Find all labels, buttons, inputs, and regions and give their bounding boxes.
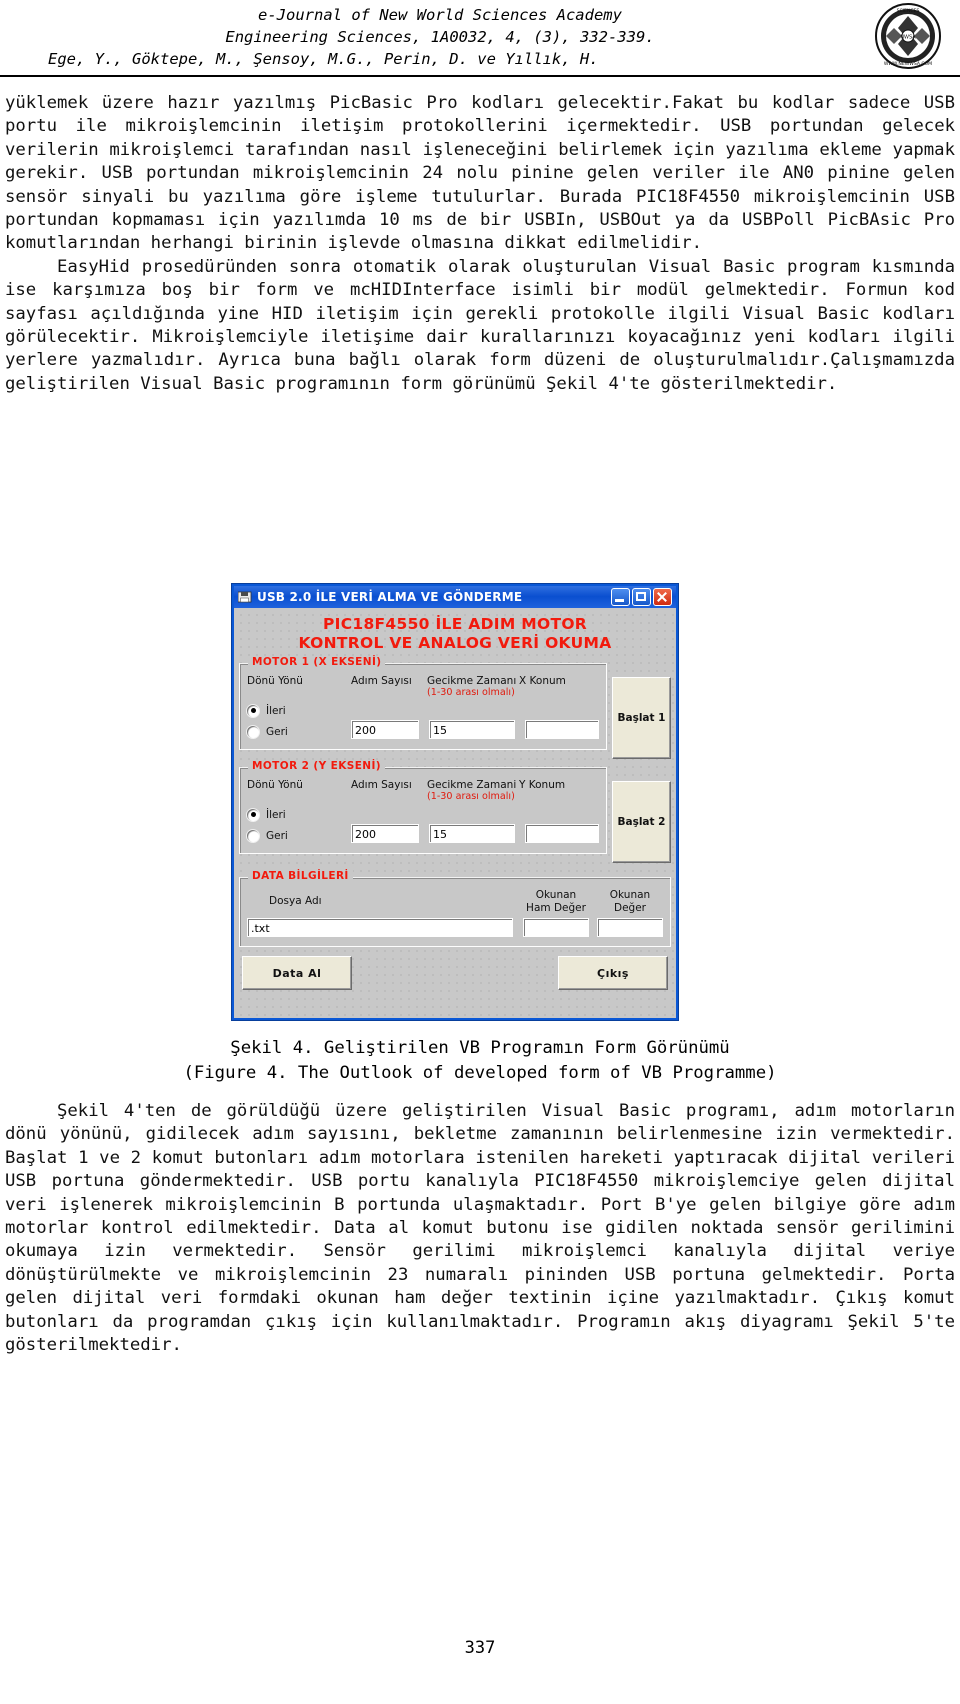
read-value-label: Okunan Değer <box>597 889 663 915</box>
motor2-label-delay: Gecikme Zamani <box>427 779 517 791</box>
groupbox-data-info-title: DATA BİLGİLERİ <box>248 870 353 882</box>
window-controls[interactable] <box>611 588 674 606</box>
groupbox-motor2: MOTOR 2 (Y EKSENİ) Dönü Yönü Adım Sayısı… <box>239 760 607 854</box>
body-text-bottom: Şekil 4'ten de görüldüğü üzere geliştiri… <box>5 1100 955 1357</box>
figure-vb-form: USB 2.0 İLE VERİ ALMA VE GÖNDERME PIC18F… <box>231 583 679 1021</box>
radio-selected-icon <box>247 808 259 821</box>
form-client-area: PIC18F4550 İLE ADIM MOTOR KONTROL VE ANA… <box>234 608 676 1018</box>
form-heading-line-2: KONTROL VE ANALOG VERİ OKUMA <box>298 634 612 652</box>
motor1-steps-input[interactable]: 200 <box>351 720 419 739</box>
motor1-left: MOTOR 1 (X EKSENİ) Dönü Yönü Adım Sayısı… <box>239 655 607 759</box>
academy-seal-logo-icon: NWSA SCIENCES WWW.NEWWSA.COM <box>875 3 941 69</box>
motor1-label-direction: Dönü Yönü <box>247 675 303 687</box>
header-citation: e-Journal of New World Sciences Academy … <box>0 4 880 70</box>
form-action-bar: Data Al Çıkış <box>239 956 671 990</box>
motor1-radio-backward[interactable]: Geri <box>247 721 351 742</box>
radio-unselected-icon <box>247 829 259 842</box>
motor2-label-steps: Adım Sayısı <box>351 779 412 791</box>
motor2-position-input[interactable] <box>525 824 599 843</box>
close-icon[interactable] <box>653 588 672 606</box>
maximize-icon[interactable] <box>632 588 651 606</box>
motor2-delay-note: (1-30 arası olmalı) <box>427 791 515 802</box>
motor2-delay-note-row: (1-30 arası olmalı) <box>247 791 599 802</box>
page-header: e-Journal of New World Sciences Academy … <box>0 0 960 78</box>
motor1-right: Başlat 1 <box>612 655 671 759</box>
minimize-icon[interactable] <box>611 588 630 606</box>
motor2-label-direction: Dönü Yönü <box>247 779 303 791</box>
motor1-radio-backward-label: Geri <box>266 725 288 738</box>
motor2-direction-radiogroup[interactable]: İleri Geri <box>247 803 351 846</box>
motor2-right: Başlat 2 <box>612 759 671 863</box>
form-heading-line-1: PIC18F4550 İLE ADIM MOTOR <box>322 615 588 633</box>
motor2-row: MOTOR 2 (Y EKSENİ) Dönü Yönü Adım Sayısı… <box>239 759 671 863</box>
read-value-label-line1: Okunan <box>609 889 651 901</box>
motor1-direction-radiogroup[interactable]: İleri Geri <box>247 699 351 742</box>
radio-unselected-icon <box>247 725 259 738</box>
read-value-input[interactable] <box>597 918 663 937</box>
svg-text:WWW.NEWWSA.COM: WWW.NEWWSA.COM <box>884 61 932 67</box>
raw-value-label-line2: Ham Değer <box>526 902 586 914</box>
motor2-column-headers: Dönü Yönü Adım Sayısı Gecikme Zamani Y K… <box>247 779 599 791</box>
svg-text:SCIENCES: SCIENCES <box>897 8 920 14</box>
floppy-disk-icon <box>238 591 252 603</box>
form-heading: PIC18F4550 İLE ADIM MOTOR KONTROL VE ANA… <box>239 615 671 653</box>
motor2-radio-backward[interactable]: Geri <box>247 825 351 846</box>
motor2-label-position: Y Konum <box>519 779 566 791</box>
header-divider <box>0 75 960 77</box>
motor2-controls: İleri Geri 200 15 <box>247 803 599 846</box>
page-number: 337 <box>464 1638 496 1658</box>
groupbox-motor1: MOTOR 1 (X EKSENİ) Dönü Yönü Adım Sayısı… <box>239 656 607 750</box>
motor1-label-delay: Gecikme Zamanı <box>427 675 517 687</box>
motor2-steps-input[interactable]: 200 <box>351 824 419 843</box>
radio-selected-icon <box>247 704 259 717</box>
motor2-radio-backward-label: Geri <box>266 829 288 842</box>
filename-label: Dosya Adı <box>269 895 322 907</box>
motor1-delay-input[interactable]: 15 <box>429 720 515 739</box>
header-authors: Ege, Y., Göktepe, M., Şensoy, M.G., Peri… <box>48 50 599 68</box>
window-title: USB 2.0 İLE VERİ ALMA VE GÖNDERME <box>257 590 523 604</box>
motor1-column-headers: Dönü Yönü Adım Sayısı Gecikme Zamanı X K… <box>247 675 599 687</box>
motor1-delay-note: (1-30 arası olmalı) <box>427 687 515 698</box>
paragraph-2: EasyHid prosedüründen sonra otomatik ola… <box>5 256 955 394</box>
groupbox-motor1-title: MOTOR 1 (X EKSENİ) <box>248 656 386 668</box>
motor2-radio-forward[interactable]: İleri <box>247 804 351 825</box>
figure-caption: Şekil 4. Geliştirilen VB Programın Form … <box>0 1036 960 1086</box>
start-motor1-button[interactable]: Başlat 1 <box>612 677 671 759</box>
exit-button[interactable]: Çıkış <box>558 956 668 990</box>
document-page: e-Journal of New World Sciences Academy … <box>0 0 960 1704</box>
raw-value-label-line1: Okunan <box>535 889 577 901</box>
groupbox-motor2-title: MOTOR 2 (Y EKSENİ) <box>248 760 385 772</box>
window-titlebar[interactable]: USB 2.0 İLE VERİ ALMA VE GÖNDERME <box>234 586 676 608</box>
motor1-label-steps: Adım Sayısı <box>351 675 412 687</box>
motor2-left: MOTOR 2 (Y EKSENİ) Dönü Yönü Adım Sayısı… <box>239 759 607 863</box>
start-motor2-button[interactable]: Başlat 2 <box>612 781 671 863</box>
groupbox-data-info: DATA BİLGİLERİ Dosya Adı Okunan Ham Değe… <box>239 870 671 947</box>
motor2-delay-input[interactable]: 15 <box>429 824 515 843</box>
motor1-radio-forward-label: İleri <box>266 704 286 717</box>
read-value-label-line2: Değer <box>614 902 646 914</box>
header-journal-name: e-Journal of New World Sciences Academy <box>258 6 622 24</box>
figure-caption-en: (Figure 4. The Outlook of developed form… <box>183 1063 777 1083</box>
motor1-radio-forward[interactable]: İleri <box>247 700 351 721</box>
header-issue-info: Engineering Sciences, 1A0032, 4, (3), 33… <box>225 28 655 46</box>
filename-input[interactable]: .txt <box>247 918 513 937</box>
motor1-label-position: X Konum <box>519 675 566 687</box>
data-info-headers: Dosya Adı Okunan Ham Değer Okunan Değer <box>247 889 663 915</box>
get-data-button[interactable]: Data Al <box>242 956 352 990</box>
data-info-inputs: .txt <box>247 918 663 937</box>
svg-text:NWSA: NWSA <box>900 35 916 41</box>
motor2-radio-forward-label: İleri <box>266 808 286 821</box>
motor1-delay-note-row: (1-30 arası olmalı) <box>247 687 599 698</box>
motor1-position-input[interactable] <box>525 720 599 739</box>
raw-value-input[interactable] <box>523 918 589 937</box>
paragraph-3: Şekil 4'ten de görüldüğü üzere geliştiri… <box>5 1101 955 1356</box>
raw-value-label: Okunan Ham Değer <box>523 889 589 915</box>
body-text-top: yüklemek üzere hazır yazılmış PicBasic P… <box>5 92 955 396</box>
figure-caption-tr: Şekil 4. Geliştirilen VB Programın Form … <box>230 1038 730 1058</box>
motor1-row: MOTOR 1 (X EKSENİ) Dönü Yönü Adım Sayısı… <box>239 655 671 759</box>
vb-application-window: USB 2.0 İLE VERİ ALMA VE GÖNDERME PIC18F… <box>231 583 679 1021</box>
paragraph-1: yüklemek üzere hazır yazılmış PicBasic P… <box>5 93 955 254</box>
motor1-controls: İleri Geri 200 15 <box>247 699 599 742</box>
